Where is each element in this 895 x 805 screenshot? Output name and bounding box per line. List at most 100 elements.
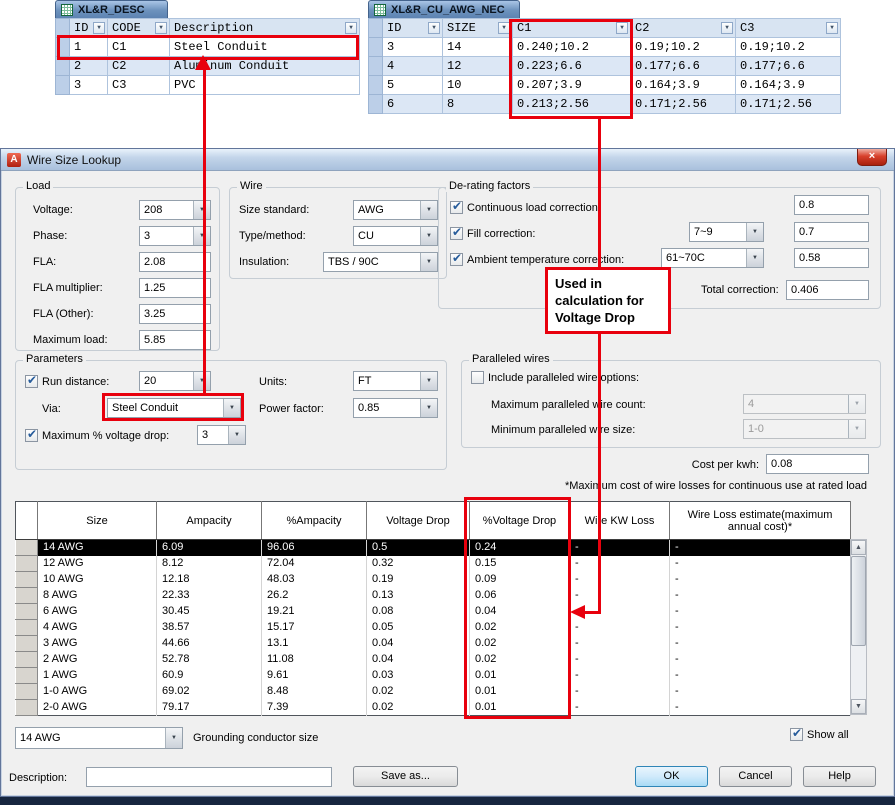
- continuous-load-checkbox[interactable]: [450, 199, 463, 214]
- table-row[interactable]: 3 C3 PVC: [55, 75, 360, 95]
- dropdown-icon[interactable]: ▼: [193, 372, 210, 390]
- fla-other-input[interactable]: 3.25: [139, 304, 211, 324]
- filter-dropdown-icon[interactable]: ▼: [93, 22, 105, 34]
- cancel-button[interactable]: Cancel: [719, 766, 792, 787]
- autocad-icon: A: [7, 152, 21, 167]
- dropdown-icon[interactable]: ▼: [420, 201, 437, 219]
- row-selector[interactable]: [15, 555, 38, 572]
- dropdown-icon[interactable]: ▼: [420, 372, 437, 390]
- row-selector[interactable]: [55, 75, 70, 95]
- row-selector[interactable]: [368, 94, 383, 114]
- table-row[interactable]: 8 AWG 22.33 26.2 0.13 0.06- -: [15, 587, 851, 604]
- table-row[interactable]: 12 AWG 8.12 72.04 0.32 0.15- -: [15, 555, 851, 572]
- table-row[interactable]: 3 AWG 44.66 13.1 0.04 0.02- -: [15, 635, 851, 652]
- type-method-select[interactable]: CU ▼: [353, 226, 438, 246]
- row-selector[interactable]: [15, 683, 38, 700]
- table-cell: 3: [69, 75, 108, 95]
- filter-dropdown-icon[interactable]: ▼: [826, 22, 838, 34]
- scroll-down-icon[interactable]: ▼: [851, 699, 866, 714]
- row-selector[interactable]: [15, 667, 38, 684]
- units-select[interactable]: FT ▼: [353, 371, 438, 391]
- continuous-load-input[interactable]: 0.8: [794, 195, 869, 215]
- column-header-c3[interactable]: C3 ▼: [735, 18, 841, 38]
- voltage-select[interactable]: 208 ▼: [139, 200, 211, 220]
- row-selector[interactable]: [15, 699, 38, 716]
- footnote-text: *Maximum cost of wire losses for continu…: [564, 480, 867, 492]
- column-header-id[interactable]: ID ▼: [382, 18, 443, 38]
- table-row[interactable]: 6 AWG 30.45 19.21 0.08 0.04- -: [15, 603, 851, 620]
- show-all-checkbox[interactable]: [790, 726, 803, 741]
- dropdown-icon[interactable]: ▼: [165, 728, 182, 748]
- filter-dropdown-icon[interactable]: ▼: [345, 22, 357, 34]
- dropdown-icon[interactable]: ▼: [228, 426, 245, 444]
- scroll-up-icon[interactable]: ▲: [851, 540, 866, 555]
- dropdown-icon[interactable]: ▼: [420, 227, 437, 245]
- column-header-c2[interactable]: C2 ▼: [630, 18, 736, 38]
- ok-button[interactable]: OK: [635, 766, 708, 787]
- row-selector[interactable]: [15, 603, 38, 620]
- size-standard-select[interactable]: AWG ▼: [353, 200, 438, 220]
- table-cell: -: [569, 571, 670, 588]
- dropdown-icon[interactable]: ▼: [746, 249, 763, 267]
- row-selector[interactable]: [368, 56, 383, 76]
- results-scrollbar[interactable]: ▲ ▼: [850, 539, 867, 715]
- dropdown-icon[interactable]: ▼: [746, 223, 763, 241]
- filter-dropdown-icon[interactable]: ▼: [428, 22, 440, 34]
- insulation-select[interactable]: TBS / 90C ▼: [323, 252, 438, 272]
- cost-per-kwh-input[interactable]: 0.08: [766, 454, 869, 474]
- fill-correction-checkbox[interactable]: [450, 225, 463, 240]
- excel-desc-titlebar[interactable]: XL&R_DESC: [55, 0, 168, 18]
- row-selector[interactable]: [15, 651, 38, 668]
- filter-dropdown-icon[interactable]: ▼: [155, 22, 167, 34]
- table-row[interactable]: 1-0 AWG 69.02 8.48 0.02 0.01- -: [15, 683, 851, 700]
- dialog-titlebar[interactable]: A Wire Size Lookup: [1, 149, 894, 171]
- dropdown-icon[interactable]: ▼: [420, 399, 437, 417]
- close-button[interactable]: ×: [857, 149, 887, 166]
- filter-dropdown-icon[interactable]: ▼: [721, 22, 733, 34]
- table-row[interactable]: 4 AWG 38.57 15.17 0.05 0.02- -: [15, 619, 851, 636]
- run-distance-select[interactable]: 20 ▼: [139, 371, 211, 391]
- row-selector[interactable]: [15, 587, 38, 604]
- fill-correction-input[interactable]: 0.7: [794, 222, 869, 242]
- phase-select[interactable]: 3 ▼: [139, 226, 211, 246]
- ambient-range-select[interactable]: 61~70C ▼: [661, 248, 764, 268]
- row-selector[interactable]: [368, 75, 383, 95]
- max-voltage-drop-checkbox[interactable]: [25, 427, 38, 442]
- excel-awg-titlebar[interactable]: XL&R_CU_AWG_NEC: [368, 0, 520, 18]
- maximum-load-input[interactable]: 5.85: [139, 330, 211, 350]
- fla-input[interactable]: 2.08: [139, 252, 211, 272]
- row-selector[interactable]: [368, 37, 383, 57]
- dropdown-icon[interactable]: ▼: [420, 253, 437, 271]
- grounding-conductor-select[interactable]: 14 AWG ▼: [15, 727, 183, 749]
- row-selector[interactable]: [15, 619, 38, 636]
- help-button[interactable]: Help: [803, 766, 876, 787]
- table-row[interactable]: 1 AWG 60.9 9.61 0.03 0.01- -: [15, 667, 851, 684]
- fla-multiplier-input[interactable]: 1.25: [139, 278, 211, 298]
- dropdown-icon[interactable]: ▼: [193, 201, 210, 219]
- total-correction-input[interactable]: 0.406: [786, 280, 869, 300]
- include-paralleled-checkbox[interactable]: [471, 371, 484, 384]
- row-selector[interactable]: [15, 571, 38, 588]
- scrollbar-thumb[interactable]: [851, 556, 866, 646]
- power-factor-select[interactable]: 0.85 ▼: [353, 398, 438, 418]
- row-selector[interactable]: [15, 539, 38, 556]
- fill-range-select[interactable]: 7~9 ▼: [689, 222, 764, 242]
- column-header-size[interactable]: SIZE ▼: [442, 18, 513, 38]
- ambient-temp-input[interactable]: 0.58: [794, 248, 869, 268]
- max-voltage-drop-select[interactable]: 3 ▼: [197, 425, 246, 445]
- phase-value: 3: [144, 230, 151, 242]
- table-cell: 19.21: [261, 603, 367, 620]
- table-row[interactable]: 10 AWG 12.18 48.03 0.19 0.09- -: [15, 571, 851, 588]
- dropdown-icon[interactable]: ▼: [193, 227, 210, 245]
- save-as-button[interactable]: Save as...: [353, 766, 458, 787]
- table-cell: 12.18: [156, 571, 262, 588]
- table-row[interactable]: 2-0 AWG 79.17 7.39 0.02 0.01- -: [15, 699, 851, 716]
- table-cell: 0.04: [366, 651, 470, 668]
- row-selector[interactable]: [15, 635, 38, 652]
- table-row[interactable]: 14 AWG 6.09 96.06 0.5 0.24- -: [15, 539, 851, 556]
- description-input[interactable]: [86, 767, 332, 787]
- results-table[interactable]: Size Ampacity %Ampacity Voltage Drop %Vo…: [15, 501, 851, 716]
- run-distance-checkbox[interactable]: [25, 373, 38, 388]
- table-row[interactable]: 2 AWG 52.78 11.08 0.04 0.02- -: [15, 651, 851, 668]
- ambient-temp-checkbox[interactable]: [450, 251, 463, 266]
